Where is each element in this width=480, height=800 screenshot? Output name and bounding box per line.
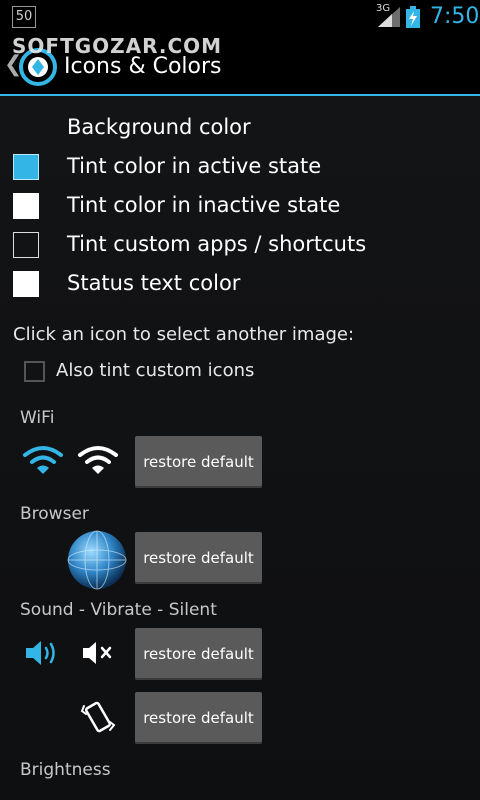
- also-tint-custom-icons-checkbox[interactable]: [24, 361, 45, 382]
- background-color-row[interactable]: Background color: [0, 109, 480, 147]
- speaker-active-icon[interactable]: [24, 638, 62, 668]
- browser-restore-default-button[interactable]: restore default: [135, 532, 262, 584]
- settings-content: Background color Tint color in active st…: [0, 96, 480, 800]
- custom-apps-tint-swatch[interactable]: [13, 232, 39, 258]
- status-text-color-row[interactable]: Status text color: [0, 265, 480, 303]
- row-label: Background color: [67, 115, 251, 139]
- sound-restore-default-button[interactable]: restore default: [135, 628, 262, 680]
- row-label: Status text color: [67, 271, 241, 295]
- sound-section-label: Sound - Vibrate - Silent: [20, 600, 217, 620]
- row-label: Tint color in inactive state: [67, 193, 341, 217]
- row-label: Tint custom apps / shortcuts: [67, 232, 367, 256]
- notification-badge: 50: [12, 6, 36, 28]
- vibrate-icon[interactable]: [80, 698, 116, 738]
- status-text-swatch[interactable]: [13, 271, 39, 297]
- custom-apps-tint-row[interactable]: Tint custom apps / shortcuts: [0, 226, 480, 264]
- signal-icon: [378, 7, 400, 27]
- vibrate-restore-default-button[interactable]: restore default: [135, 692, 262, 744]
- active-tint-color-row[interactable]: Tint color in active state: [0, 148, 480, 186]
- browser-section-label: Browser: [20, 504, 89, 524]
- row-label: Tint color in active state: [67, 154, 322, 178]
- inactive-tint-swatch[interactable]: [13, 193, 39, 219]
- instruction-text: Click an icon to select another image:: [13, 324, 355, 345]
- wifi-restore-default-button[interactable]: restore default: [135, 436, 262, 488]
- speaker-mute-icon[interactable]: [81, 638, 115, 668]
- wifi-inactive-icon[interactable]: [77, 444, 119, 476]
- battery-charging-icon: [406, 6, 420, 28]
- inactive-tint-color-row[interactable]: Tint color in inactive state: [0, 187, 480, 225]
- status-bar: 50 3G 7:50: [0, 0, 480, 36]
- also-tint-custom-icons-label[interactable]: Also tint custom icons: [56, 360, 254, 381]
- wifi-section-label: WiFi: [20, 408, 55, 428]
- globe-icon[interactable]: [66, 529, 128, 591]
- active-tint-swatch[interactable]: [13, 154, 39, 180]
- clock: 7:50: [430, 4, 480, 29]
- watermark-logo: SOFTGOZAR.COM: [12, 34, 223, 58]
- wifi-active-icon[interactable]: [22, 444, 64, 476]
- brightness-section-label: Brightness: [20, 760, 111, 780]
